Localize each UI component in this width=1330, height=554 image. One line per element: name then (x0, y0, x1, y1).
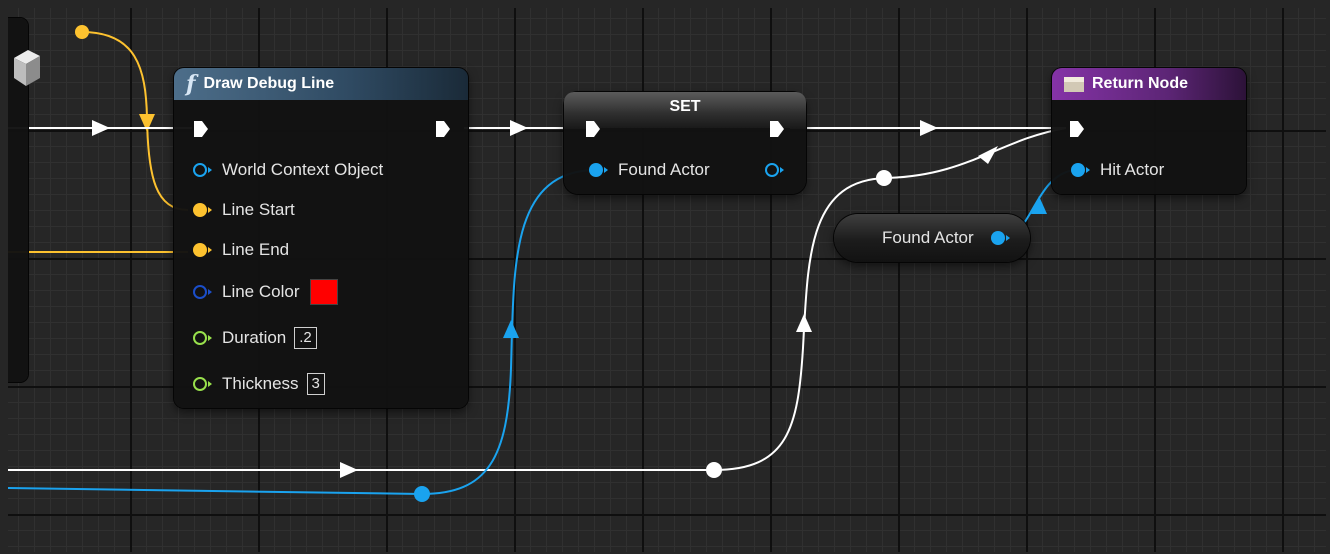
get-found-actor-out-pin[interactable] (990, 230, 1012, 246)
wire-exec-arrow-6 (978, 146, 998, 164)
pin-row-world-context[interactable]: World Context Object (192, 158, 383, 182)
wire-exec-arrow-2 (510, 120, 528, 136)
wire-blue-arrow-2 (1031, 196, 1047, 214)
draw-debug-line-title: Draw Debug Line (203, 75, 335, 92)
thickness-pin[interactable] (192, 376, 214, 392)
return-node-title: Return Node (1092, 75, 1188, 92)
return-node-icon (1064, 76, 1084, 92)
set-found-actor-node[interactable]: SET Found Actor (564, 92, 806, 194)
set-found-actor-out-pin[interactable] (764, 162, 786, 178)
line-start-label: Line Start (222, 200, 295, 219)
set-exec-out-pin[interactable] (768, 120, 786, 138)
pin-row-duration[interactable]: Duration .2 (192, 326, 317, 350)
world-context-object-label: World Context Object (222, 160, 384, 179)
duration-input[interactable]: .2 (294, 327, 317, 349)
line-end-label: Line End (222, 240, 290, 259)
pin-row-thickness[interactable]: Thickness 3 (192, 372, 325, 396)
line-color-swatch[interactable] (309, 279, 338, 305)
line-end-pin[interactable] (192, 242, 214, 258)
return-node[interactable]: Return Node Hit Actor (1052, 68, 1246, 194)
wire-line-start (81, 31, 189, 211)
duration-pin[interactable] (192, 330, 214, 346)
wire-reroute-exec-1 (706, 462, 722, 478)
pin-row-line-start[interactable]: Line Start (192, 198, 295, 222)
wire-exec-lower (8, 127, 1067, 471)
return-node-header[interactable]: Return Node (1052, 68, 1246, 100)
thickness-input[interactable]: 3 (306, 373, 325, 395)
exec-out-pin[interactable] (434, 120, 452, 138)
line-start-pin[interactable] (192, 202, 214, 218)
pin-row-line-end[interactable]: Line End (192, 238, 289, 262)
thickness-label: Thickness (222, 374, 299, 393)
pin-row-line-color[interactable]: Line Color (192, 279, 338, 305)
line-color-pin[interactable] (192, 284, 214, 300)
wire-reroute-yellow (75, 25, 89, 39)
return-exec-in-pin[interactable] (1068, 120, 1086, 138)
set-found-actor-label: Found Actor (618, 160, 710, 179)
wire-blue-arrow-1 (503, 320, 519, 338)
offscreen-node[interactable] (8, 18, 40, 382)
blueprint-graph-canvas[interactable]: f Draw Debug Line World Context Object L… (8, 8, 1326, 552)
cube-icon (14, 50, 40, 86)
hit-actor-pin[interactable] (1070, 162, 1092, 178)
wire-reroute-exec-2 (876, 170, 892, 186)
wire-exec-arrow-3 (920, 120, 938, 136)
get-found-actor-node[interactable]: Found Actor (834, 214, 1030, 262)
exec-in-pin[interactable] (192, 120, 210, 138)
set-found-actor-in-pin[interactable] (588, 162, 610, 178)
wire-reroute-blue (414, 486, 430, 502)
duration-label: Duration (222, 328, 287, 347)
wire-arrow-yellow (139, 114, 155, 132)
line-color-label: Line Color (222, 282, 300, 301)
set-exec-in-pin[interactable] (584, 120, 602, 138)
world-context-object-pin[interactable] (192, 162, 214, 178)
draw-debug-line-header[interactable]: f Draw Debug Line (174, 68, 468, 100)
function-icon: f (186, 71, 196, 97)
return-pin-row-hit-actor[interactable]: Hit Actor (1070, 158, 1164, 182)
wire-exec-arrow-4 (340, 462, 358, 478)
set-pin-row-found-actor[interactable]: Found Actor (588, 158, 710, 182)
hit-actor-label: Hit Actor (1100, 160, 1165, 179)
wire-exec-arrow-1 (92, 120, 110, 136)
draw-debug-line-node[interactable]: f Draw Debug Line World Context Object L… (174, 68, 468, 408)
get-found-actor-label: Found Actor (882, 228, 974, 247)
wire-exec-arrow-5 (796, 314, 812, 332)
